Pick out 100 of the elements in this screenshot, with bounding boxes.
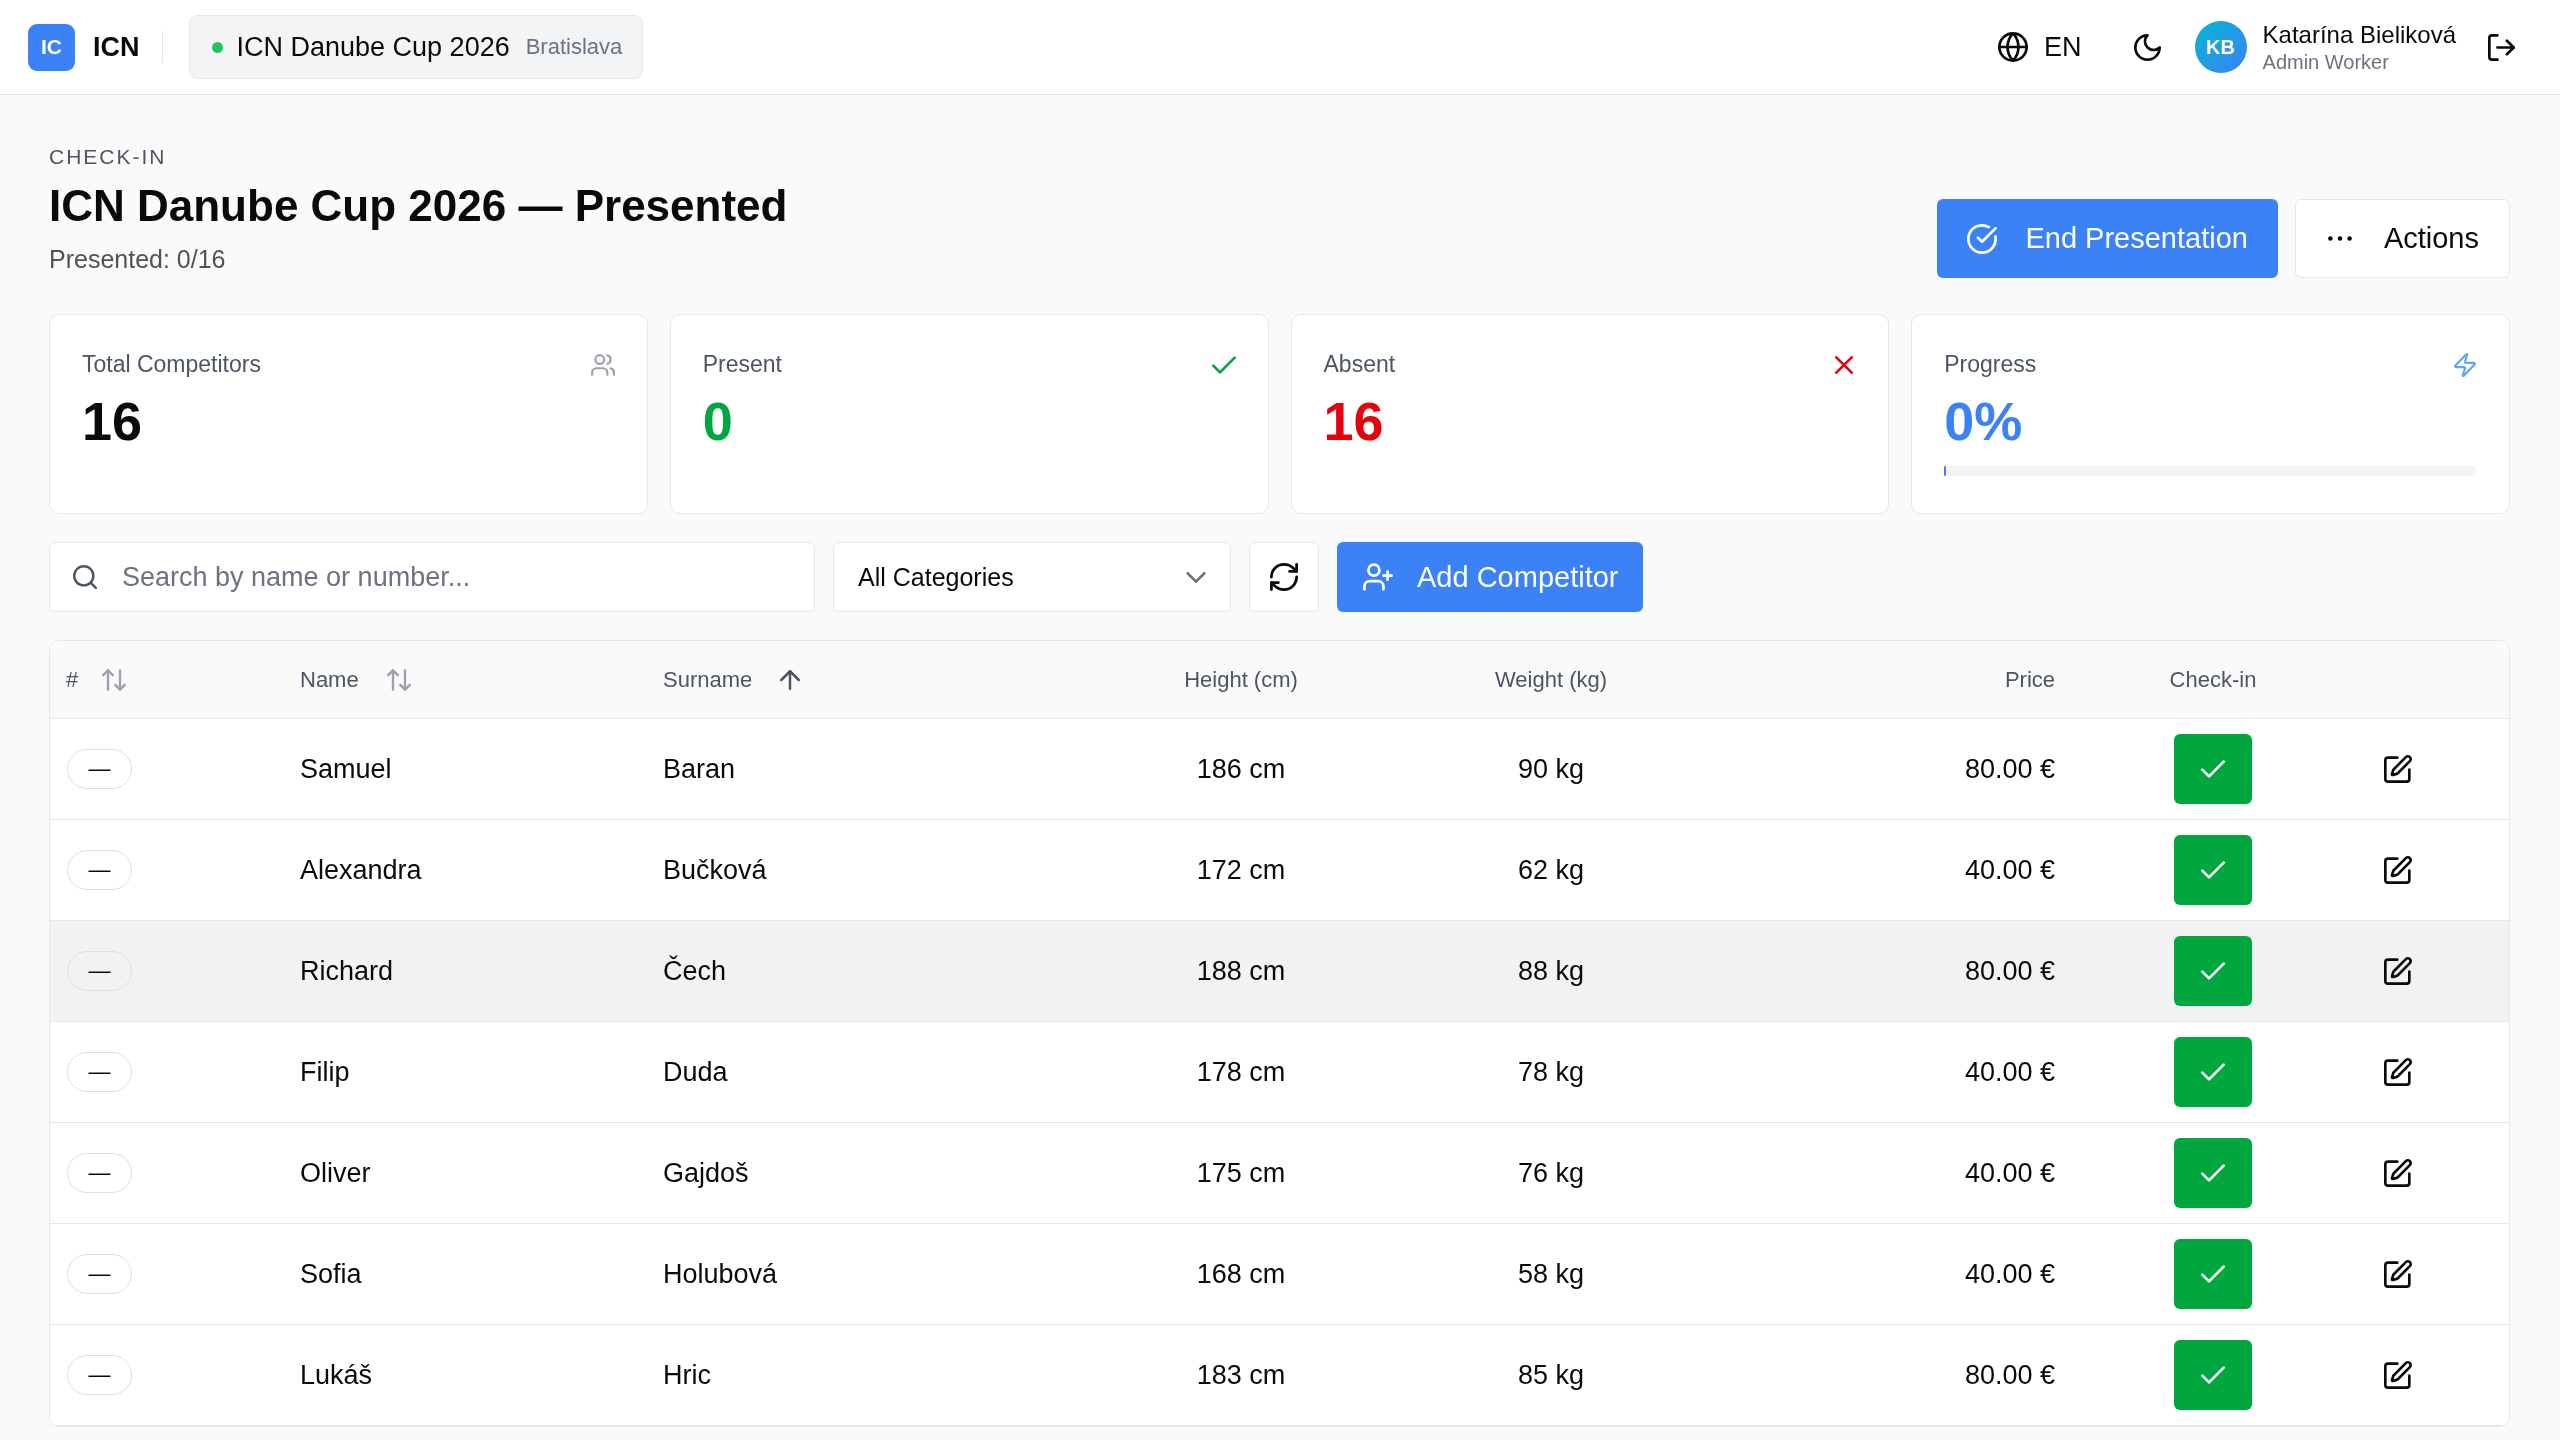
chevron-down-icon xyxy=(1186,571,1206,583)
table-cell: 40.00 € xyxy=(1964,1157,2055,1189)
table-cell: 183 cm xyxy=(1196,1359,1286,1391)
table-cell: 175 cm xyxy=(1196,1157,1286,1189)
stat-value: 16 xyxy=(82,390,144,452)
edit-icon[interactable] xyxy=(2384,1260,2412,1288)
check-in-button[interactable] xyxy=(2174,936,2252,1006)
check-in-button[interactable] xyxy=(2174,1037,2252,1107)
refresh-icon xyxy=(1270,563,1298,591)
stat-label: Progress xyxy=(1944,351,2037,378)
stat-label: Present xyxy=(702,351,782,378)
table-cell: 188 cm xyxy=(1196,955,1286,987)
language-button[interactable]: EN xyxy=(1998,31,2082,63)
table-cell: Oliver xyxy=(300,1157,371,1189)
page-subtitle: Presented: 0/16 xyxy=(49,245,227,274)
table-cell: 76 kg xyxy=(1517,1157,1585,1189)
column-header: Weight (kg) xyxy=(1494,666,1608,693)
table-cell: 80.00 € xyxy=(1964,955,2055,987)
table-cell: Čech xyxy=(663,955,727,987)
table-cell: Baran xyxy=(663,753,736,785)
edit-icon[interactable] xyxy=(2384,755,2412,783)
user-role: Admin Worker xyxy=(2262,50,2390,74)
table-cell: Sofia xyxy=(300,1258,362,1290)
status-dot-icon xyxy=(211,41,223,53)
edit-icon[interactable] xyxy=(2384,1058,2412,1086)
page-title: ICN Danube Cup 2026 — Presented xyxy=(49,181,788,231)
logout-icon[interactable] xyxy=(2488,33,2515,61)
table-cell: 78 kg xyxy=(1517,1056,1585,1088)
check-in-button[interactable] xyxy=(2174,835,2252,905)
close-icon xyxy=(1835,355,1854,374)
table-cell: Samuel xyxy=(300,753,392,785)
table-cell: Hric xyxy=(663,1359,711,1391)
table-cell: Gajdoš xyxy=(663,1157,749,1189)
check-icon xyxy=(2201,1164,2225,1182)
check-in-button[interactable] xyxy=(2174,1138,2252,1208)
table-cell: 178 cm xyxy=(1196,1056,1286,1088)
table-cell: 62 kg xyxy=(1517,854,1585,886)
table-cell: 88 kg xyxy=(1517,955,1585,987)
check-icon xyxy=(2201,1265,2225,1283)
table-cell: 168 cm xyxy=(1196,1258,1286,1290)
table-cell: 40.00 € xyxy=(1964,1258,2055,1290)
table-cell: 186 cm xyxy=(1196,753,1286,785)
table-cell: 40.00 € xyxy=(1964,1056,2055,1088)
stat-value: 0 xyxy=(702,390,734,452)
users-icon xyxy=(590,352,615,377)
user-plus-icon xyxy=(1363,563,1393,591)
category-select[interactable]: All Categories xyxy=(833,542,1231,612)
column-header[interactable]: Name xyxy=(300,666,359,693)
table-cell: Filip xyxy=(300,1056,350,1088)
logo-tile: IC xyxy=(28,23,75,71)
add-competitor-button[interactable]: Add Competitor xyxy=(1337,542,1643,612)
check-in-button[interactable] xyxy=(2174,1239,2252,1309)
column-header: Check-in xyxy=(2169,666,2257,693)
actions-button[interactable]: Actions xyxy=(2294,199,2510,278)
globe-icon xyxy=(1998,32,2029,62)
edit-icon[interactable] xyxy=(2384,1361,2412,1389)
table-cell: Alexandra xyxy=(300,854,422,886)
table-cell: Holubová xyxy=(663,1258,778,1290)
edit-icon[interactable] xyxy=(2384,856,2412,884)
stat-value: 0% xyxy=(1944,390,2024,452)
search-field[interactable]: Search by name or number... xyxy=(49,542,815,612)
moon-icon[interactable] xyxy=(2133,33,2161,61)
event-selector[interactable]: ICN Danube Cup 2026 Bratislava xyxy=(188,15,644,79)
table-cell: 85 kg xyxy=(1517,1359,1585,1391)
edit-icon[interactable] xyxy=(2384,1159,2412,1187)
search-icon xyxy=(73,565,97,589)
table-cell: 80.00 € xyxy=(1964,1359,2055,1391)
check-icon xyxy=(2201,760,2225,778)
check-icon xyxy=(2201,962,2225,980)
check-icon xyxy=(2201,1063,2225,1081)
edit-icon[interactable] xyxy=(2384,957,2412,985)
check-icon xyxy=(2201,861,2225,879)
table-cell: 40.00 € xyxy=(1964,854,2055,886)
column-header[interactable]: Surname xyxy=(663,666,753,693)
check-icon xyxy=(2201,1366,2225,1384)
user-name: Katarína Bieliková xyxy=(2262,20,2456,49)
end-presentation-button[interactable]: End Presentation xyxy=(1937,199,2278,278)
column-header: Height (cm) xyxy=(1184,666,1298,693)
table-cell: 80.00 € xyxy=(1964,753,2055,785)
table-cell: 90 kg xyxy=(1517,753,1585,785)
table-cell: 172 cm xyxy=(1196,854,1286,886)
table-cell: Bučková xyxy=(663,854,767,886)
event-city: Bratislava xyxy=(525,34,623,60)
table-cell: Richard xyxy=(300,955,394,987)
table-cell: Duda xyxy=(663,1056,728,1088)
check-icon xyxy=(1211,355,1236,374)
circle-check-icon xyxy=(1967,223,1998,254)
check-in-button[interactable] xyxy=(2174,734,2252,804)
ellipsis-icon xyxy=(2327,236,2352,241)
stat-value: 16 xyxy=(1323,390,1385,452)
brand-name: ICN xyxy=(93,31,140,63)
check-in-button[interactable] xyxy=(2174,1340,2252,1410)
event-name: ICN Danube Cup 2026 xyxy=(236,31,510,63)
refresh-button[interactable] xyxy=(1249,542,1319,612)
user-avatar: KB xyxy=(2194,21,2247,73)
page-eyebrow: CHECK-IN xyxy=(49,145,168,169)
column-header: Price xyxy=(2004,666,2055,693)
stat-label: Total Competitors xyxy=(82,351,261,378)
stat-label: Absent xyxy=(1323,351,1396,378)
column-header[interactable]: # xyxy=(66,666,79,693)
